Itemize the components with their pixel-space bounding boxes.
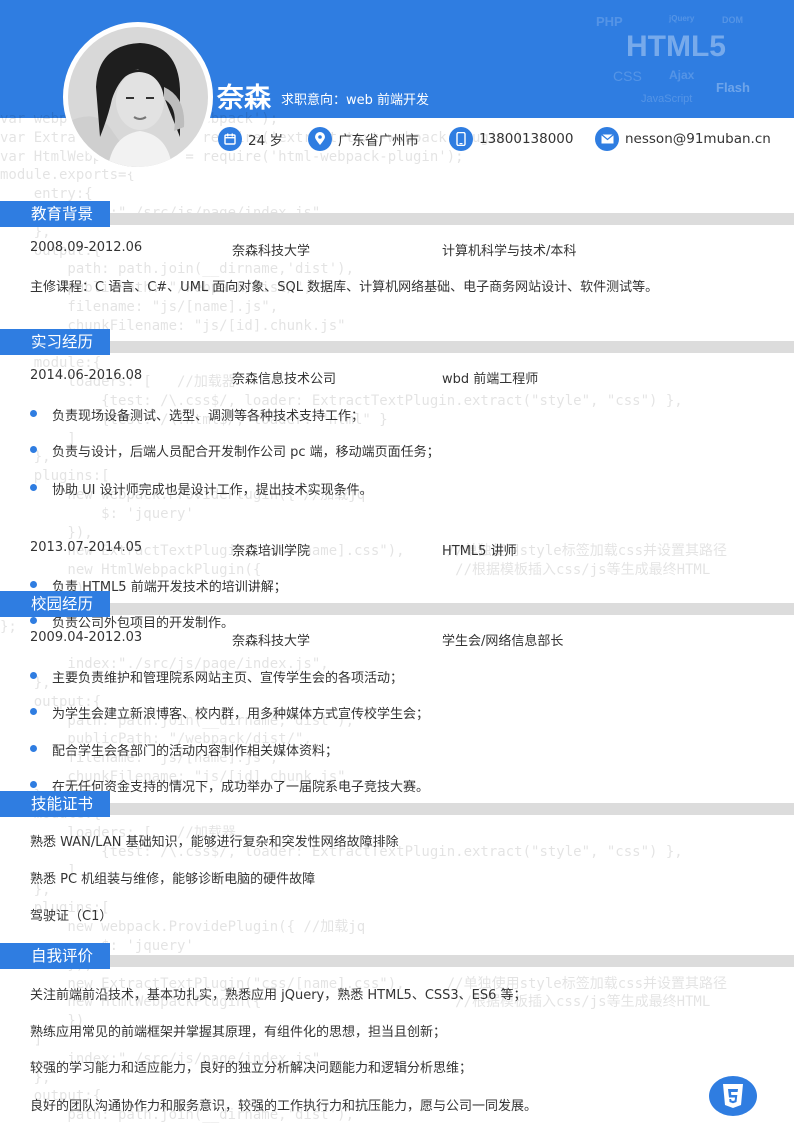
contact-location: 广东省广州市 bbox=[308, 127, 419, 151]
section-education-header: 教育背景 bbox=[0, 201, 794, 227]
skill-item: 熟悉 PC 机组装与维修，能够诊断电脑的硬件故障 bbox=[30, 872, 316, 887]
bullet-dot bbox=[30, 446, 37, 453]
bullet-dot bbox=[30, 708, 37, 715]
education-courses: 主修课程：C 语言、C#、UML 面向对象、SQL 数据库、计算机网络基础、电子… bbox=[30, 280, 659, 295]
avatar bbox=[63, 22, 213, 172]
section-divider bbox=[110, 603, 794, 615]
self-item: 熟练应用常见的前端框架并掌握其原理，有组件化的思想，担当且创新； bbox=[30, 1025, 447, 1040]
age-text: 24 岁 bbox=[248, 133, 283, 149]
education-major: 计算机科学与技术/本科 bbox=[442, 244, 577, 259]
bullet-dot bbox=[30, 484, 37, 491]
list-item-text: 为学生会建立新浪博客、校内群，用多种媒体方式宣传校学生会； bbox=[52, 707, 430, 722]
job-role: HTML5 讲师 bbox=[442, 544, 517, 559]
watermark-html5: HTML5 bbox=[626, 30, 726, 63]
contact-age: 24 岁 bbox=[218, 127, 283, 151]
watermark-ajax: Ajax bbox=[669, 68, 695, 82]
bullet-dot bbox=[30, 410, 37, 417]
section-title: 实习经历 bbox=[0, 329, 110, 355]
job-intent: 求职意向：web 前端开发 bbox=[281, 93, 430, 108]
job-role: wbd 前端工程师 bbox=[442, 372, 539, 387]
phone-icon bbox=[449, 127, 473, 151]
calendar-icon bbox=[218, 127, 242, 151]
section-divider bbox=[110, 341, 794, 353]
job-date: 2013.07-2014.05 bbox=[30, 540, 143, 555]
watermark-css: CSS bbox=[613, 68, 642, 84]
html5-icon bbox=[709, 1076, 757, 1116]
section-title: 技能证书 bbox=[0, 791, 110, 817]
email-text: nesson@91muban.cn bbox=[625, 131, 771, 147]
email-icon bbox=[595, 127, 619, 151]
job-company: 奈森培训学院 bbox=[232, 544, 311, 559]
skill-item: 熟悉 WAN/LAN 基础知识，能够进行复杂和突发性网络故障排除 bbox=[30, 835, 399, 850]
bullet-dot bbox=[30, 745, 37, 752]
section-campus-header: 校园经历 bbox=[0, 591, 794, 617]
bullet-dot bbox=[30, 581, 37, 588]
section-divider bbox=[110, 955, 794, 967]
campus-date: 2009.04-2012.03 bbox=[30, 630, 143, 645]
education-date: 2008.09-2012.06 bbox=[30, 240, 143, 255]
campus-role: 学生会/网络信息部长 bbox=[442, 634, 564, 649]
section-skills-header: 技能证书 bbox=[0, 791, 794, 817]
watermark-flash: Flash bbox=[716, 80, 750, 95]
bullet-dot bbox=[30, 781, 37, 788]
campus-school: 奈森科技大学 bbox=[232, 634, 311, 649]
section-title: 自我评价 bbox=[0, 943, 110, 969]
education-school: 奈森科技大学 bbox=[232, 244, 311, 259]
location-icon bbox=[308, 127, 332, 151]
phone-text: 13800138000 bbox=[479, 131, 574, 147]
watermark-javascript: JavaScript bbox=[641, 93, 693, 105]
self-item: 良好的团队沟通协作力和服务意识，较强的工作执行力和抗压能力，愿与公司一同发展。 bbox=[30, 1099, 538, 1114]
list-item-text: 主要负责维护和管理院系网站主页、宣传学生会的各项活动； bbox=[52, 671, 404, 686]
self-item: 关注前端前沿技术，基本功扎实，熟悉应用 jQuery，熟悉 HTML5、CSS3… bbox=[30, 988, 527, 1003]
list-item-text: 配合学生会各部门的活动内容制作相关媒体资料； bbox=[52, 744, 339, 759]
bullet-dot bbox=[30, 672, 37, 679]
section-self-header: 自我评价 bbox=[0, 943, 794, 969]
section-title: 教育背景 bbox=[0, 201, 110, 227]
list-item-text: 负责现场设备测试、选型、调测等各种技术支持工作； bbox=[52, 409, 365, 424]
watermark-jquery: jQuery bbox=[669, 14, 695, 23]
bullet-dot bbox=[30, 617, 37, 624]
list-item-text: 负责与设计，后端人员配合开发制作公司 pc 端，移动端页面任务； bbox=[52, 445, 440, 460]
section-title: 校园经历 bbox=[0, 591, 110, 617]
watermark-php: PHP bbox=[596, 14, 623, 29]
section-experience-header: 实习经历 bbox=[0, 329, 794, 355]
avatar-photo bbox=[68, 27, 208, 167]
job-company: 奈森信息技术公司 bbox=[232, 372, 337, 387]
contact-phone: 13800138000 bbox=[449, 127, 573, 151]
self-item: 较强的学习能力和适应能力，良好的独立分析解决问题能力和逻辑分析思维； bbox=[30, 1061, 473, 1076]
section-divider bbox=[110, 213, 794, 225]
candidate-name: 奈森 bbox=[217, 83, 271, 114]
location-text: 广东省广州市 bbox=[338, 133, 419, 149]
watermark-dom: DOM bbox=[722, 15, 743, 25]
section-divider bbox=[110, 803, 794, 815]
job-date: 2014.06-2016.08 bbox=[30, 368, 143, 383]
skill-item: 驾驶证（C1） bbox=[30, 909, 113, 924]
list-item-text: 协助 UI 设计师完成也是设计工作，提出技术实现条件。 bbox=[52, 483, 373, 498]
contact-email: nesson@91muban.cn bbox=[595, 127, 771, 151]
